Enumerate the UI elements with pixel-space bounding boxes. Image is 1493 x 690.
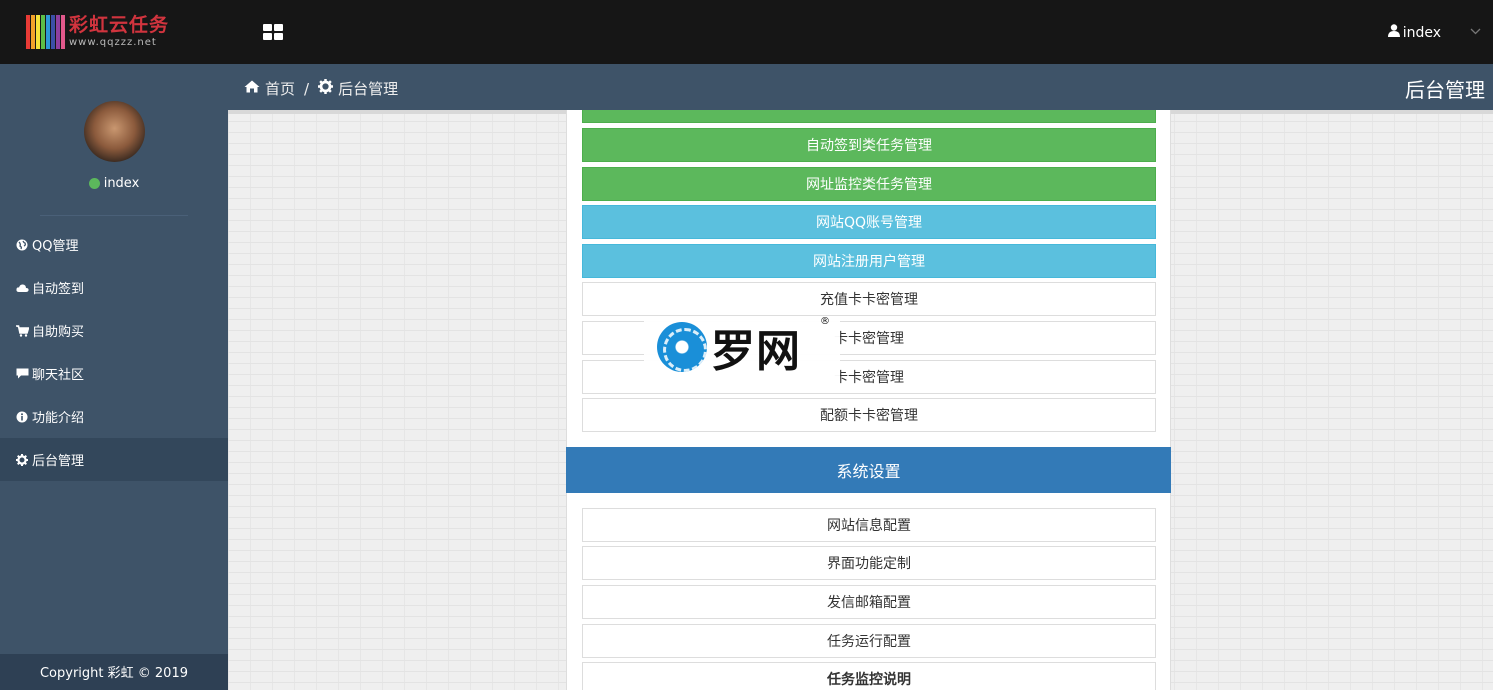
user-name: index [1402,24,1441,41]
gear-icon [318,79,334,98]
task-button-partial[interactable] [582,110,1156,123]
main-content: 自动签到类任务管理 网址监控类任务管理 网站QQ账号管理 网站注册用户管理 充值… [228,110,1493,690]
logo-stripes [26,15,66,49]
chevron-down-icon[interactable] [1470,25,1481,38]
breadcrumb-bar: 首页 / 后台管理 后台管理 [228,64,1493,114]
ui-customize-button[interactable]: 界面功能定制 [582,546,1156,580]
logo-url: www.qqzzz.net [69,37,157,48]
mail-config-button[interactable]: 发信邮箱配置 [582,585,1156,619]
home-icon [244,80,260,97]
watermark-text: 罗网 [711,326,801,377]
sidebar-item-qq[interactable]: QQ管理 [0,223,228,266]
copyright: Copyright 彩虹 © 2019 [0,654,228,690]
sidebar-item-label: QQ管理 [32,239,79,254]
breadcrumb-home[interactable]: 首页 [265,78,295,99]
globe-icon [15,239,29,251]
user-icon [1387,24,1400,41]
breadcrumb-current: 后台管理 [338,80,399,98]
logo[interactable]: 彩虹云任务 www.qqzzz.net [0,0,228,64]
info-icon [15,411,29,423]
sidebar-item-label: 自助购买 [32,325,85,340]
page-title: 后台管理 [1405,78,1485,102]
user-menu[interactable]: index [1387,24,1441,41]
sidebar-item-self-purchase[interactable]: 自助购买 [0,309,228,352]
sidebar-item-auto-sign[interactable]: 自动签到 [0,266,228,309]
registered-users-button[interactable]: 网站注册用户管理 [582,244,1156,278]
sidebar: 彩虹云任务 www.qqzzz.net index QQ管理 自动签到 自助购买… [0,0,228,690]
grid-icon[interactable] [263,24,283,41]
auto-sign-task-button[interactable]: 自动签到类任务管理 [582,128,1156,162]
watermark-registered-mark: ® [820,316,830,327]
profile-card: index [40,64,188,216]
site-info-config-button[interactable]: 网站信息配置 [582,508,1156,542]
sidebar-item-label: 自动签到 [32,282,85,297]
cloud-icon [15,283,29,293]
breadcrumb-separator: / [304,79,310,98]
watermark: 罗网 ® [644,316,840,378]
sidebar-item-label: 功能介绍 [32,411,85,426]
admin-panel: 自动签到类任务管理 网址监控类任务管理 网站QQ账号管理 网站注册用户管理 充值… [566,110,1171,690]
system-settings-header: 系统设置 [566,447,1171,493]
task-monitor-doc-button[interactable]: 任务监控说明 [582,662,1156,690]
recharge-card-button[interactable]: 充值卡卡密管理 [582,282,1156,316]
sidebar-item-admin[interactable]: 后台管理 [0,438,228,481]
sidebar-item-label: 后台管理 [32,454,85,469]
qq-account-button[interactable]: 网站QQ账号管理 [582,205,1156,239]
sidebar-item-features[interactable]: 功能介绍 [0,395,228,438]
cart-icon [15,324,29,337]
breadcrumb: 首页 / 后台管理 [244,78,398,99]
profile-name: index [103,176,140,191]
avatar[interactable] [83,101,145,162]
sidebar-nav: QQ管理 自动签到 自助购买 聊天社区 功能介绍 后台管理 [0,223,228,481]
logo-title: 彩虹云任务 [69,14,170,36]
topbar: index [228,0,1493,64]
watermark-logo-icon [657,322,707,372]
gear-icon [15,453,29,466]
sidebar-item-label: 聊天社区 [32,368,85,383]
online-status-dot [88,178,100,189]
comment-icon [15,368,29,379]
quota-card-button[interactable]: 配额卡卡密管理 [582,398,1156,432]
task-run-config-button[interactable]: 任务运行配置 [582,624,1156,658]
sidebar-item-chat[interactable]: 聊天社区 [0,352,228,395]
url-monitor-task-button[interactable]: 网址监控类任务管理 [582,167,1156,201]
